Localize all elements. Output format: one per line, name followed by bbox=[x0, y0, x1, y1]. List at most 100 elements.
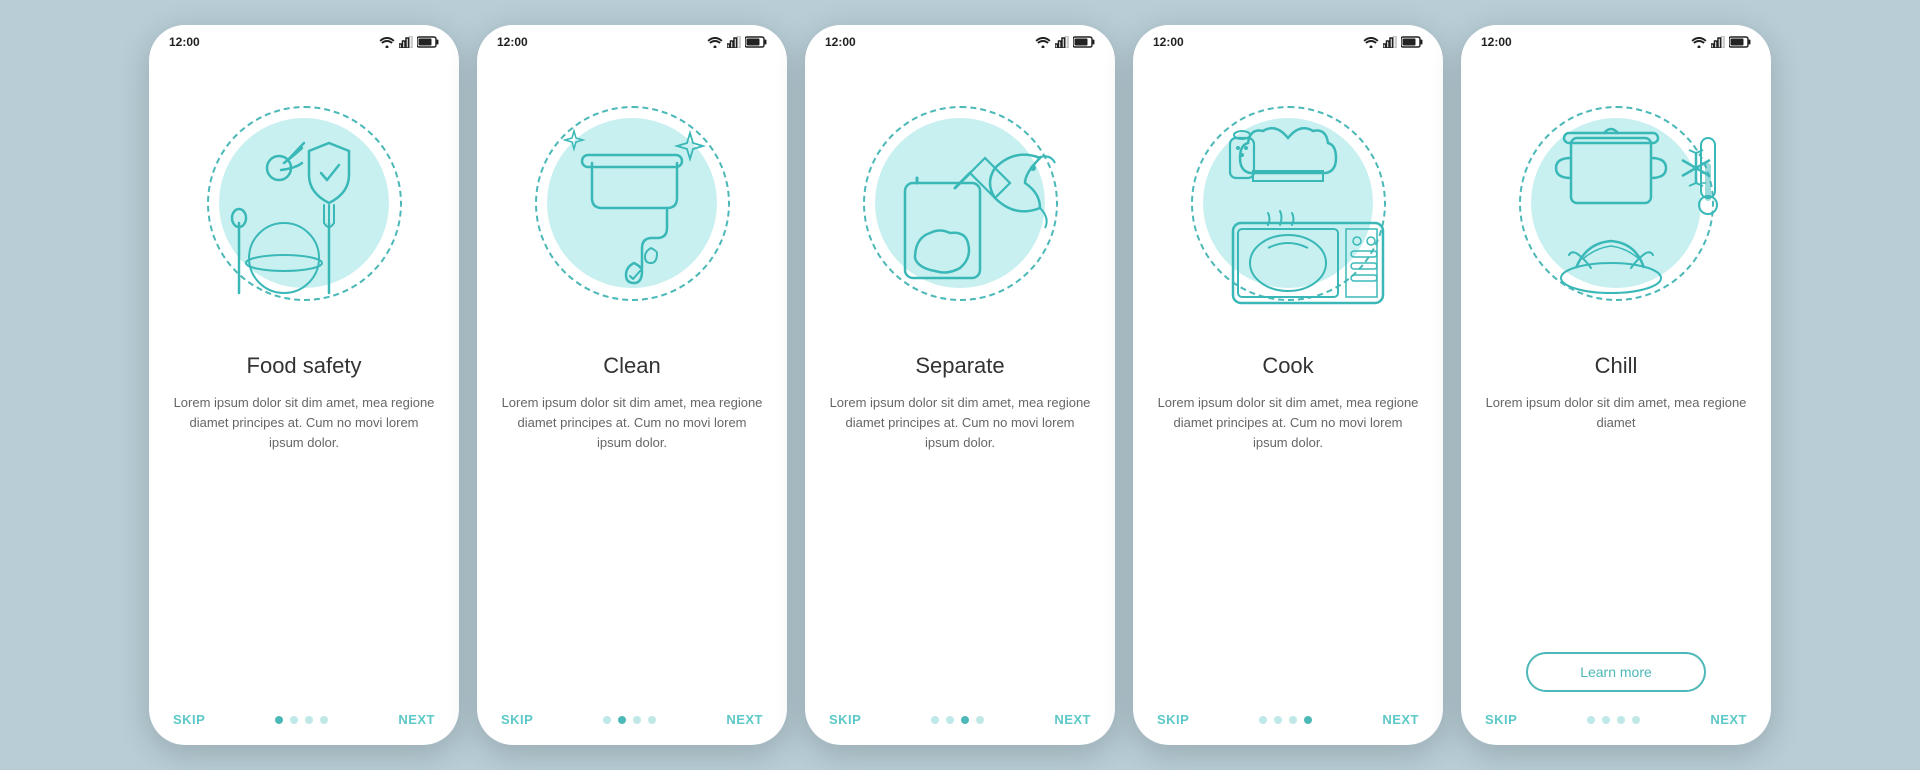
wifi-icon-4 bbox=[1363, 36, 1379, 48]
dot-3-1 bbox=[931, 716, 939, 724]
dot-5-4 bbox=[1632, 716, 1640, 724]
next-button-5[interactable]: NEXT bbox=[1710, 712, 1747, 727]
content-clean: Clean Lorem ipsum dolor sit dim amet, me… bbox=[477, 353, 787, 700]
status-time-2: 12:00 bbox=[497, 35, 528, 49]
screen-clean: 12:00 bbox=[477, 25, 787, 745]
illustration-cook bbox=[1133, 53, 1443, 353]
screen-body-3: Lorem ipsum dolor sit dim amet, mea regi… bbox=[829, 393, 1091, 700]
signal-icon-1 bbox=[399, 36, 413, 48]
dot-4-2 bbox=[1274, 716, 1282, 724]
battery-icon-1 bbox=[417, 36, 439, 48]
screen-food-safety: 12:00 bbox=[149, 25, 459, 745]
dot-1-2 bbox=[290, 716, 298, 724]
wifi-icon-1 bbox=[379, 36, 395, 48]
status-time-5: 12:00 bbox=[1481, 35, 1512, 49]
screen-separate: 12:00 bbox=[805, 25, 1115, 745]
dot-3-3 bbox=[961, 716, 969, 724]
battery-icon-5 bbox=[1729, 36, 1751, 48]
dots-1 bbox=[275, 716, 328, 724]
status-icons-5 bbox=[1691, 36, 1751, 48]
status-time-1: 12:00 bbox=[169, 35, 200, 49]
status-icons-4 bbox=[1363, 36, 1423, 48]
screen-body-1: Lorem ipsum dolor sit dim amet, mea regi… bbox=[173, 393, 435, 700]
status-bar-2: 12:00 bbox=[477, 25, 787, 53]
content-chill: Chill Lorem ipsum dolor sit dim amet, me… bbox=[1461, 353, 1771, 700]
illustration-svg-3 bbox=[840, 83, 1080, 323]
next-button-4[interactable]: NEXT bbox=[1382, 712, 1419, 727]
signal-icon-3 bbox=[1055, 36, 1069, 48]
dots-5 bbox=[1587, 716, 1640, 724]
status-bar-3: 12:00 bbox=[805, 25, 1115, 53]
illustration-svg-5 bbox=[1496, 83, 1736, 323]
status-icons-1 bbox=[379, 36, 439, 48]
wifi-icon-3 bbox=[1035, 36, 1051, 48]
skip-button-5[interactable]: SKIP bbox=[1485, 712, 1517, 727]
next-button-1[interactable]: NEXT bbox=[398, 712, 435, 727]
skip-button-1[interactable]: SKIP bbox=[173, 712, 205, 727]
content-separate: Separate Lorem ipsum dolor sit dim amet,… bbox=[805, 353, 1115, 700]
signal-icon-5 bbox=[1711, 36, 1725, 48]
battery-icon-2 bbox=[745, 36, 767, 48]
dot-3-4 bbox=[976, 716, 984, 724]
bottom-nav-1: SKIP NEXT bbox=[149, 700, 459, 745]
dot-4-1 bbox=[1259, 716, 1267, 724]
skip-button-3[interactable]: SKIP bbox=[829, 712, 861, 727]
battery-icon-3 bbox=[1073, 36, 1095, 48]
screen-cook: 12:00 bbox=[1133, 25, 1443, 745]
status-bar-1: 12:00 bbox=[149, 25, 459, 53]
dot-5-3 bbox=[1617, 716, 1625, 724]
dot-2-3 bbox=[633, 716, 641, 724]
bottom-nav-2: SKIP NEXT bbox=[477, 700, 787, 745]
illustration-svg-2 bbox=[512, 83, 752, 323]
status-bar-5: 12:00 bbox=[1461, 25, 1771, 53]
next-button-3[interactable]: NEXT bbox=[1054, 712, 1091, 727]
dot-1-1 bbox=[275, 716, 283, 724]
status-icons-3 bbox=[1035, 36, 1095, 48]
dot-4-3 bbox=[1289, 716, 1297, 724]
skip-button-2[interactable]: SKIP bbox=[501, 712, 533, 727]
screens-container: 12:00 bbox=[149, 25, 1771, 745]
screen-chill: 12:00 bbox=[1461, 25, 1771, 745]
illustration-food-safety bbox=[149, 53, 459, 353]
wifi-icon-5 bbox=[1691, 36, 1707, 48]
screen-title-3: Separate bbox=[829, 353, 1091, 379]
screen-title-4: Cook bbox=[1157, 353, 1419, 379]
content-cook: Cook Lorem ipsum dolor sit dim amet, mea… bbox=[1133, 353, 1443, 700]
battery-icon-4 bbox=[1401, 36, 1423, 48]
status-bar-4: 12:00 bbox=[1133, 25, 1443, 53]
screen-body-5: Lorem ipsum dolor sit dim amet, mea regi… bbox=[1485, 393, 1747, 632]
dot-2-1 bbox=[603, 716, 611, 724]
dot-5-2 bbox=[1602, 716, 1610, 724]
illustration-separate bbox=[805, 53, 1115, 353]
dot-1-4 bbox=[320, 716, 328, 724]
skip-button-4[interactable]: SKIP bbox=[1157, 712, 1189, 727]
dot-1-3 bbox=[305, 716, 313, 724]
next-button-2[interactable]: NEXT bbox=[726, 712, 763, 727]
learn-more-button[interactable]: Learn more bbox=[1526, 652, 1706, 692]
bottom-nav-5: SKIP NEXT bbox=[1461, 700, 1771, 745]
dot-3-2 bbox=[946, 716, 954, 724]
dot-2-2 bbox=[618, 716, 626, 724]
dot-2-4 bbox=[648, 716, 656, 724]
illustration-svg-4 bbox=[1168, 83, 1408, 323]
dots-3 bbox=[931, 716, 984, 724]
bottom-nav-4: SKIP NEXT bbox=[1133, 700, 1443, 745]
dots-4 bbox=[1259, 716, 1312, 724]
status-time-4: 12:00 bbox=[1153, 35, 1184, 49]
illustration-clean bbox=[477, 53, 787, 353]
bottom-nav-3: SKIP NEXT bbox=[805, 700, 1115, 745]
illustration-svg-1 bbox=[184, 83, 424, 323]
signal-icon-4 bbox=[1383, 36, 1397, 48]
dot-4-4 bbox=[1304, 716, 1312, 724]
screen-title-1: Food safety bbox=[173, 353, 435, 379]
signal-icon-2 bbox=[727, 36, 741, 48]
screen-title-2: Clean bbox=[501, 353, 763, 379]
wifi-icon-2 bbox=[707, 36, 723, 48]
screen-body-2: Lorem ipsum dolor sit dim amet, mea regi… bbox=[501, 393, 763, 700]
content-food-safety: Food safety Lorem ipsum dolor sit dim am… bbox=[149, 353, 459, 700]
status-time-3: 12:00 bbox=[825, 35, 856, 49]
dot-5-1 bbox=[1587, 716, 1595, 724]
screen-title-5: Chill bbox=[1485, 353, 1747, 379]
dots-2 bbox=[603, 716, 656, 724]
screen-body-4: Lorem ipsum dolor sit dim amet, mea regi… bbox=[1157, 393, 1419, 700]
